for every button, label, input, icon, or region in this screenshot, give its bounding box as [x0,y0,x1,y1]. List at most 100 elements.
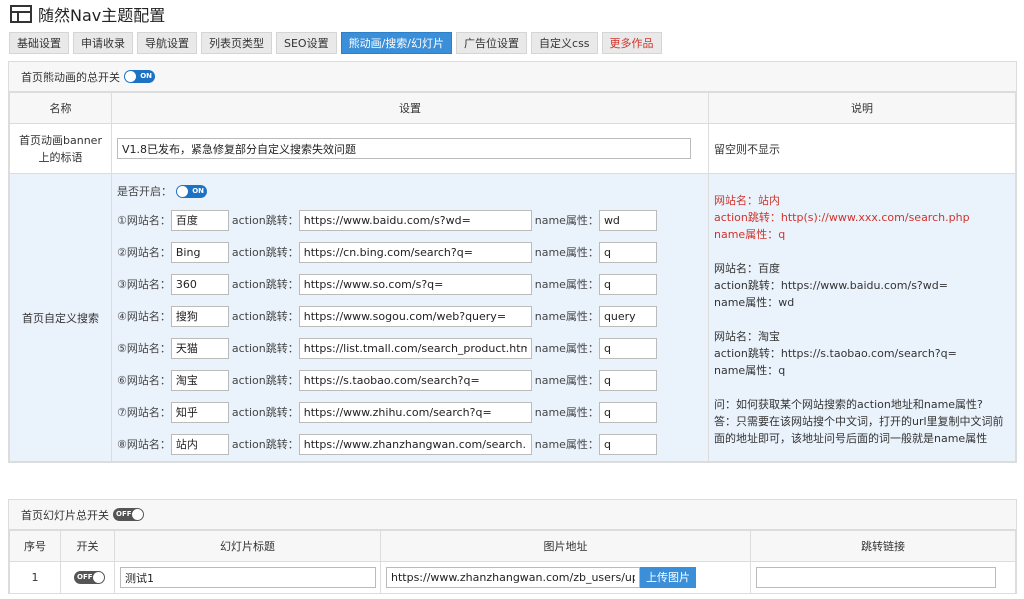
note-example1-line: action跳转：http(s)://www.xxx.com/search.ph… [714,211,970,224]
tab-basic[interactable]: 基础设置 [9,32,69,54]
action-url-input[interactable] [298,369,532,391]
custom-search-notes: 网站名：站内 action跳转：http(s)://www.xxx.com/se… [708,173,1016,462]
note-example2-line: 网站名：百度 [714,262,780,275]
name-attr-input[interactable] [598,209,657,231]
page-title: 随然Nav主题配置 [38,6,166,25]
name-attr-label: name属性： [534,438,599,451]
custom-search-settings: 是否开启： ON ①网站名：action跳转：name属性：②网站名：actio… [111,173,709,462]
action-label: action跳转： [231,246,299,259]
site-name-input[interactable] [170,305,229,327]
slide-panel-header: 首页幻灯片总开关 OFF [9,500,1016,530]
action-url-input[interactable] [298,433,532,455]
name-attr-label: name属性： [534,406,599,419]
site-name-input[interactable] [170,369,229,391]
action-url-input[interactable] [298,209,532,231]
col-settings-header: 设置 [111,92,709,124]
tab-seo[interactable]: SEO设置 [276,32,337,54]
search-row-number: ⑧ [117,437,127,451]
name-attr-input[interactable] [598,241,657,263]
slide-image-input[interactable] [386,567,640,588]
slide-panel: 首页幻灯片总开关 OFF 序号 开关 幻灯片标题 图片地址 跳转链接 1 OFF [8,499,1017,594]
tab-custom-css[interactable]: 自定义css [531,32,598,54]
slide-link-input[interactable] [756,567,996,588]
action-url-input[interactable] [298,241,532,263]
tab-list-type[interactable]: 列表页类型 [201,32,272,54]
search-row-number: ⑤ [117,341,127,355]
site-name-label: 网站名： [126,342,171,355]
action-label: action跳转： [231,278,299,291]
banner-label: 首页动画banner上的标语 [9,123,112,174]
search-engine-row: ①网站名： action跳转： name属性： [117,204,708,236]
site-name-input[interactable] [170,209,229,231]
animation-panel-header: 首页熊动画的总开关 ON [9,62,1016,92]
search-engine-row: ④网站名： action跳转： name属性： [117,300,708,332]
search-engine-row: ③网站名： action跳转： name属性： [117,268,708,300]
site-name-label: 网站名： [126,278,171,291]
search-enabled-row: 是否开启： ON [117,178,708,204]
name-attr-input[interactable] [598,273,657,295]
banner-note: 留空则不显示 [708,123,1016,174]
site-name-label: 网站名： [126,310,171,323]
site-name-input[interactable] [170,241,229,263]
site-name-input[interactable] [170,433,229,455]
name-attr-input[interactable] [598,305,657,327]
action-url-input[interactable] [298,401,532,423]
animation-master-toggle[interactable]: ON [124,70,155,83]
banner-slogan-input[interactable] [117,138,691,159]
col-title-header: 幻灯片标题 [114,530,381,562]
search-row-number: ② [117,245,127,259]
toggle-knob [125,71,136,82]
action-url-input[interactable] [298,337,532,359]
app-header: 随然Nav主题配置 [10,3,165,25]
search-engine-row: ⑦网站名： action跳转： name属性： [117,396,708,428]
search-row-number: ① [117,213,127,227]
custom-search-label: 首页自定义搜索 [9,173,112,462]
name-attr-input[interactable] [598,369,657,391]
note-qa-line: 答：只需要在该网站搜个中文词，打开的url里复制中文词前 [714,415,1004,428]
name-attr-input[interactable] [598,433,657,455]
upload-image-button[interactable]: 上传图片 [640,567,696,588]
action-url-input[interactable] [298,305,532,327]
tab-nav[interactable]: 导航设置 [137,32,197,54]
slide-row-toggle[interactable]: OFF [74,571,105,585]
slide-toggle-label: 首页幻灯片总开关 [21,508,109,522]
action-label: action跳转： [231,310,299,323]
name-attr-input[interactable] [598,401,657,423]
site-name-input[interactable] [170,401,229,423]
animation-toggle-label: 首页熊动画的总开关 [21,70,120,84]
tab-ads[interactable]: 广告位设置 [456,32,528,54]
site-name-label: 网站名： [126,374,171,387]
tab-more-works[interactable]: 更多作品 [601,32,662,54]
animation-settings-table: 名称 设置 说明 首页动画banner上的标语 留空则不显示 首页自定义搜索 是… [9,92,1016,462]
slide-master-toggle[interactable]: OFF [113,508,144,521]
col-name-header: 名称 [9,92,112,124]
action-url-input[interactable] [298,273,532,295]
toggle-state-text: OFF [116,510,132,518]
name-attr-label: name属性： [534,310,599,323]
slide-num: 1 [9,561,61,594]
site-name-input[interactable] [170,273,229,295]
site-name-input[interactable] [170,337,229,359]
name-attr-label: name属性： [534,246,599,259]
note-example3-line: action跳转：https://s.taobao.com/search?q= [714,347,957,360]
tab-animation-search-slide[interactable]: 熊动画/搜索/幻灯片 [340,32,453,54]
name-attr-label: name属性： [534,342,599,355]
col-switch-header: 开关 [60,530,115,562]
note-example3-line: name属性：q [714,364,786,377]
search-enabled-toggle[interactable]: ON [176,184,207,198]
name-attr-label: name属性： [534,374,599,387]
note-example3-line: 网站名：淘宝 [714,330,780,343]
search-row-number: ⑥ [117,373,127,387]
action-label: action跳转： [231,342,299,355]
name-attr-input[interactable] [598,337,657,359]
search-engine-row: ⑥网站名： action跳转： name属性： [117,364,708,396]
layout-icon [10,5,32,23]
animation-panel: 首页熊动画的总开关 ON 名称 设置 说明 首页动画banner上的标语 留空则… [8,61,1017,463]
action-label: action跳转： [231,374,299,387]
slide-table: 序号 开关 幻灯片标题 图片地址 跳转链接 1 OFF 上传图片 [9,530,1016,594]
slide-title-input[interactable] [120,567,376,588]
note-qa-line: 问：如何获取某个网站搜索的action地址和name属性? [714,398,983,411]
search-engine-row: ⑤网站名： action跳转： name属性： [117,332,708,364]
col-link-header: 跳转链接 [750,530,1016,562]
tab-apply[interactable]: 申请收录 [73,32,133,54]
